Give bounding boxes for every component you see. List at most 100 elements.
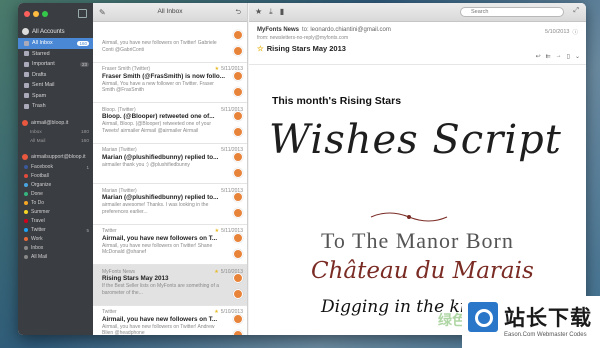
watermark-brand: 站长下载 — [504, 307, 592, 330]
sidebar-toggle-icon[interactable] — [78, 9, 87, 18]
message-meta: Marian (Twitter) 5/11/2013 — [102, 147, 243, 154]
zoom-window-button[interactable] — [42, 11, 48, 17]
star-icon[interactable]: ★ — [215, 228, 219, 234]
message-row[interactable]: Fraser Smith (Twitter) ★ 5/11/2013 Fraser S… — [93, 63, 247, 103]
trash-icon[interactable]: ▮ — [280, 7, 284, 17]
account1-inbox[interactable]: Inbox 180 — [18, 129, 93, 138]
star-icon[interactable]: ★ — [215, 66, 219, 72]
window-controls — [24, 11, 48, 17]
action-icon[interactable] — [233, 289, 243, 299]
sidebar-item-important[interactable]: Important 23 — [18, 59, 93, 70]
minimize-window-button[interactable] — [33, 11, 39, 17]
sidebar-item-all-inbox[interactable]: All Inbox 160 — [18, 38, 93, 49]
message-sender: Twitter — [102, 309, 117, 315]
date-text: 5/10/2013 — [545, 29, 570, 35]
action-icon[interactable] — [233, 86, 243, 97]
message-row[interactable]: Twitter ★ 5/11/2013 Airmail, you have new f… — [93, 225, 247, 265]
message-row[interactable]: Twitter ★ 5/10/2013 Airmail, you have new f… — [93, 306, 247, 335]
action-icon[interactable] — [233, 167, 243, 178]
font-sample-manor-born[interactable]: To The Manor Born — [321, 228, 514, 254]
action-icon[interactable] — [233, 127, 243, 137]
font-sample-wishes-script[interactable]: Wishes Script — [269, 117, 562, 163]
message-row[interactable]: Airmail, you have new followers on Twitt… — [93, 22, 247, 63]
sidebar-item-spam[interactable]: Spam — [18, 91, 93, 102]
sidebar-tag-item[interactable]: Done — [18, 190, 93, 199]
account1-all-mail[interactable]: All Mail 160 — [18, 137, 93, 146]
sidebar-item-drafts[interactable]: Drafts — [18, 70, 93, 81]
star-icon[interactable]: ☆ — [257, 44, 264, 53]
tag-label: Work — [31, 236, 43, 242]
message-sender: Bloop. (Twitter) — [102, 106, 136, 113]
delete-icon[interactable]: ▯ — [567, 53, 570, 60]
account-item-2[interactable]: airmailsupport@bloop.it — [18, 152, 93, 163]
sidebar-item-sent[interactable]: Sent Mail — [18, 80, 93, 91]
sender-avatar — [233, 313, 243, 324]
message-subject: Fraser Smith (@FrasSmith) is now follo..… — [102, 72, 225, 80]
list-title: All Inbox — [157, 8, 183, 15]
sidebar-tag-item[interactable]: Football — [18, 172, 93, 181]
unread-count-badge: 23 — [79, 61, 89, 67]
star-icon[interactable]: ★ — [214, 309, 218, 315]
message-row[interactable]: Bloop. (Twitter) 5/11/2013 Bloop. (@Bloope… — [93, 103, 247, 144]
message-preview: Airmail, you have new followers on Twitt… — [102, 242, 213, 256]
sidebar-tag-item[interactable]: To Do — [18, 199, 93, 208]
recipient: to: leonardo.chiantini@gmail.com — [302, 27, 391, 33]
refresh-icon[interactable]: ⮌ — [235, 8, 241, 19]
folder-label: All Mail — [30, 138, 46, 144]
sender-avatar — [233, 192, 243, 202]
tag-color-dot — [24, 219, 28, 223]
message-actions: ↩ ⇇ → ▯ ⌄ — [536, 53, 580, 60]
tag-count: 1 — [86, 164, 89, 170]
message-row[interactable]: Marian (Twitter) 5/11/2013 Marian (@plushi… — [93, 144, 247, 184]
sidebar-tag-item[interactable]: Organize — [18, 181, 93, 190]
sidebar-tag-item[interactable]: Summer — [18, 208, 93, 217]
sidebar-tag-item[interactable]: Twitter 5 — [18, 226, 93, 235]
sidebar-tag-item[interactable]: Inbox — [18, 244, 93, 253]
expand-icon[interactable]: ⤢ — [573, 7, 579, 15]
search-input[interactable] — [460, 7, 564, 17]
message-meta: Fraser Smith (Twitter) ★ 5/11/2013 — [102, 66, 243, 73]
tag-color-dot — [24, 201, 28, 205]
action-icon[interactable] — [233, 248, 243, 259]
sidebar-item-label: Important — [32, 61, 55, 68]
close-window-button[interactable] — [24, 11, 30, 17]
chevron-down-icon[interactable]: ⌄ — [575, 53, 580, 60]
reader-toolbar-icons: ★ ⤓ ▮ — [255, 7, 284, 17]
account-email: airmailsupport@bloop.it — [31, 154, 86, 160]
sidebar-tag-item[interactable]: Work — [18, 235, 93, 244]
sender-avatar — [233, 273, 243, 283]
tag-label: Inbox — [31, 245, 44, 251]
inbox-icon — [24, 40, 29, 46]
info-icon[interactable]: ⓘ — [572, 28, 578, 36]
sender-avatar — [233, 232, 243, 243]
action-icon[interactable] — [233, 46, 243, 56]
all-accounts-item[interactable]: All Accounts — [18, 25, 93, 38]
message-row[interactable]: Marian (Twitter) 5/11/2013 Marian (@plushi… — [93, 184, 247, 225]
message-subject — [102, 32, 243, 40]
account-item-1[interactable]: airmail@bloop.it — [18, 118, 93, 129]
message-meta: Twitter ★ 5/11/2013 — [102, 228, 243, 235]
reply-icon[interactable]: ↩ — [536, 53, 541, 60]
sidebar-item-label: Spam — [32, 92, 47, 99]
forward-icon[interactable]: → — [556, 53, 562, 60]
sender-name[interactable]: MyFonts News — [257, 27, 299, 33]
message-row[interactable]: MyFonts News ★ 5/10/2013 Rising Stars May 2… — [93, 265, 247, 306]
star-icon — [24, 51, 29, 57]
sidebar-tag-item[interactable]: All Mail — [18, 253, 93, 262]
tag-label: Facebook — [31, 164, 53, 170]
message-subject: Marian (@plushifiedbunny) replied to... — [102, 194, 219, 201]
sidebar-item-starred[interactable]: Starred — [18, 49, 93, 60]
action-icon[interactable] — [233, 329, 243, 335]
tag-label: Organize — [31, 182, 52, 188]
archive-icon[interactable]: ⤓ — [269, 7, 273, 17]
action-icon[interactable] — [233, 208, 243, 218]
star-icon[interactable]: ★ — [255, 7, 262, 17]
star-icon[interactable]: ★ — [214, 269, 218, 275]
reply-all-icon[interactable]: ⇇ — [546, 53, 551, 60]
sidebar-tag-item[interactable]: Facebook 1 — [18, 163, 93, 172]
sidebar: All Accounts All Inbox 160 Starred Impor… — [18, 3, 93, 335]
font-sample-chateau[interactable]: Château du Marais — [311, 258, 534, 284]
sidebar-item-trash[interactable]: Trash — [18, 101, 93, 112]
from-line: MyFonts News to: leonardo.chiantini@gmail… — [257, 27, 578, 33]
sidebar-tag-item[interactable]: Travel — [18, 217, 93, 226]
